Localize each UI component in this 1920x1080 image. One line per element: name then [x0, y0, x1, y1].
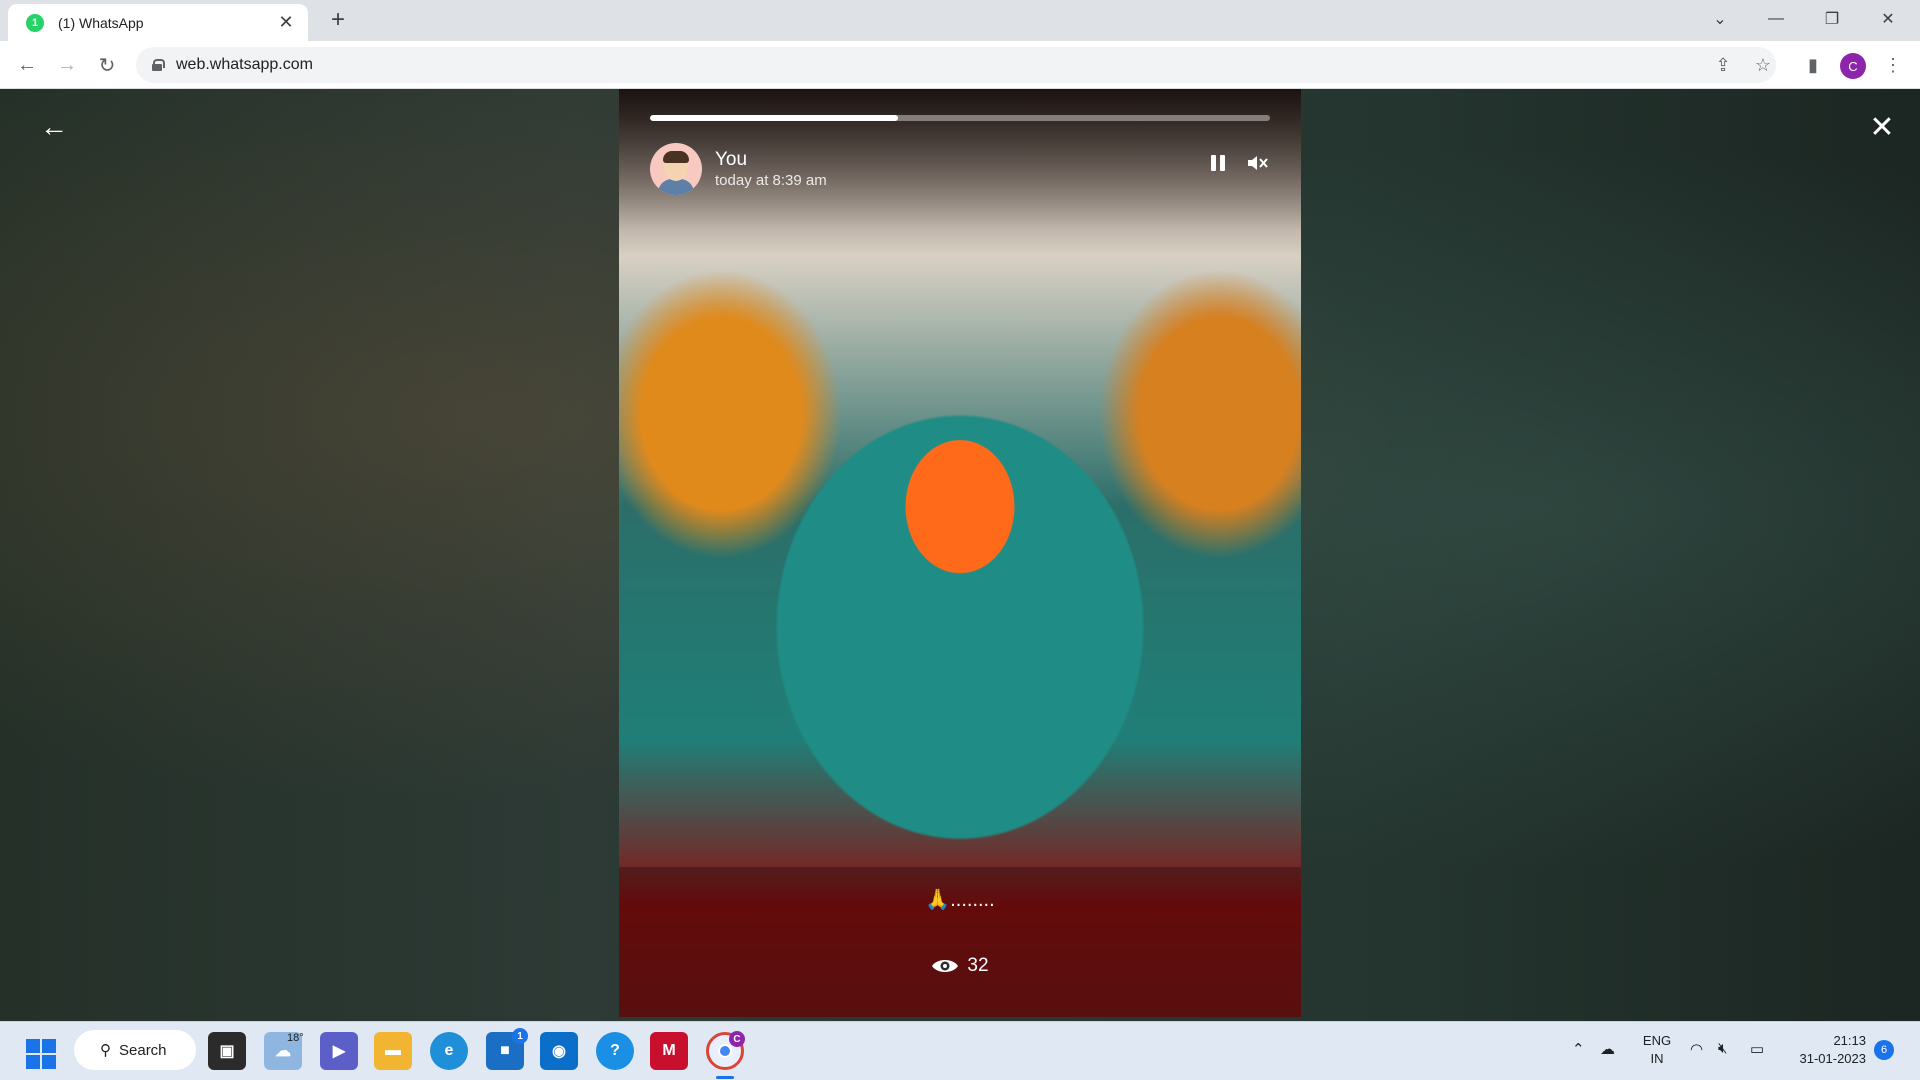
- back-arrow-icon[interactable]: ←: [38, 111, 70, 143]
- status-timestamp: today at 8:39 am: [715, 172, 827, 189]
- eye-icon: [932, 960, 959, 972]
- tab-whatsapp[interactable]: 1 (1) WhatsApp ✕: [8, 4, 308, 41]
- views-counter[interactable]: 32: [619, 955, 1301, 977]
- microsoft-store-icon[interactable]: ■ 1: [486, 1028, 528, 1070]
- status-progress-bar: [650, 115, 1270, 121]
- lock-icon[interactable]: [152, 59, 165, 71]
- bookmark-star-icon[interactable]: ☆: [1748, 50, 1778, 80]
- file-explorer-icon[interactable]: ▬: [374, 1032, 412, 1070]
- profile-avatar[interactable]: C: [1840, 53, 1866, 79]
- taskbar-search[interactable]: ⚲ Search: [74, 1030, 196, 1070]
- mute-icon[interactable]: [1243, 149, 1271, 177]
- mcafee-icon[interactable]: M: [650, 1032, 688, 1070]
- status-progress-fill: [650, 115, 898, 121]
- new-tab-button[interactable]: +: [324, 6, 352, 34]
- weather-temperature: 18°: [287, 1032, 304, 1044]
- task-view-icon[interactable]: ▣: [208, 1032, 246, 1070]
- wifi-icon[interactable]: ◠: [1690, 1040, 1703, 1058]
- sender-name: You: [715, 149, 748, 170]
- reload-icon[interactable]: ↻: [92, 50, 122, 80]
- speaker-muted-icon[interactable]: 🔇︎: [1718, 1040, 1727, 1057]
- tray-chevron-icon[interactable]: ⌃: [1572, 1040, 1585, 1058]
- chrome-icon[interactable]: C: [706, 1031, 745, 1070]
- active-app-indicator: [716, 1076, 734, 1079]
- tab-title: (1) WhatsApp: [58, 14, 144, 31]
- close-viewer-icon[interactable]: ✕: [1866, 111, 1898, 144]
- notification-badge[interactable]: 6: [1874, 1040, 1894, 1060]
- share-icon[interactable]: ⇪: [1708, 50, 1738, 80]
- address-bar[interactable]: web.whatsapp.com: [136, 47, 1776, 83]
- taskbar: ⚲ Search ▣ ☁ 18° ▶ ▬ e ■ 1 ◉ ? M C ⌃ ☁ E…: [0, 1021, 1920, 1080]
- menu-kebab-icon[interactable]: ⋮: [1878, 50, 1908, 80]
- avatar[interactable]: [650, 143, 702, 195]
- system-clock[interactable]: 21:13 31-01-2023: [1790, 1032, 1867, 1068]
- window-close-button[interactable]: ✕: [1860, 0, 1916, 38]
- back-icon[interactable]: ←: [12, 50, 42, 80]
- edge-icon[interactable]: e: [430, 1032, 468, 1070]
- store-badge: 1: [512, 1028, 528, 1044]
- onedrive-icon[interactable]: ☁: [1600, 1040, 1615, 1058]
- minimize-button[interactable]: —: [1748, 0, 1804, 38]
- tab-close-icon[interactable]: ✕: [276, 12, 296, 33]
- browser-tabstrip: 1 (1) WhatsApp ✕ + ⌄ — ❐ ✕: [0, 0, 1920, 41]
- views-count: 32: [967, 955, 989, 976]
- forward-icon[interactable]: →: [52, 50, 82, 80]
- side-panel-icon[interactable]: ▮: [1798, 50, 1828, 80]
- url-text: web.whatsapp.com: [176, 56, 313, 73]
- search-label: Search: [119, 1041, 167, 1059]
- browser-toolbar: ← → ↻ web.whatsapp.com ⇪ ☆ ▮ C ⋮: [0, 41, 1920, 89]
- restore-button[interactable]: ❐: [1804, 0, 1860, 38]
- pause-icon[interactable]: [1204, 149, 1232, 177]
- battery-icon[interactable]: ▭: [1750, 1040, 1764, 1058]
- search-icon: ⚲: [100, 1042, 111, 1059]
- status-caption: 🙏........: [925, 889, 995, 911]
- windows-start-icon[interactable]: [26, 1039, 56, 1069]
- status-image[interactable]: You today at 8:39 am 🙏........ 32: [619, 89, 1301, 1017]
- language-indicator[interactable]: ENG IN: [1640, 1032, 1674, 1068]
- whatsapp-favicon-icon: 1: [26, 13, 44, 32]
- status-viewer: ← ✕ You today at 8:39 am 🙏........ 32: [0, 89, 1920, 1021]
- app-shield-icon[interactable]: ◉: [540, 1032, 578, 1070]
- help-icon[interactable]: ?: [596, 1032, 634, 1070]
- teams-chat-icon[interactable]: ▶: [320, 1032, 358, 1070]
- chrome-profile-badge: C: [729, 1031, 745, 1047]
- tab-search-chevron-icon[interactable]: ⌄: [1692, 0, 1748, 38]
